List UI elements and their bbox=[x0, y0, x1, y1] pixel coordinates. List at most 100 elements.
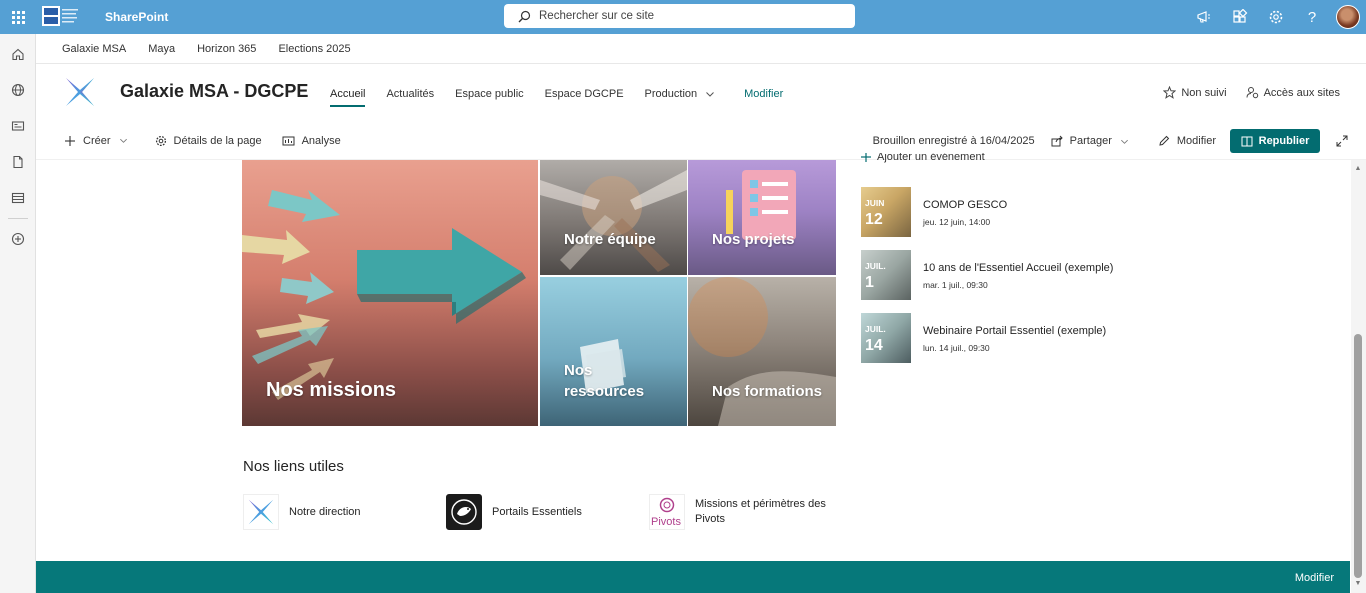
book-icon bbox=[1241, 136, 1253, 146]
globe-icon bbox=[11, 83, 25, 97]
follow-label: Non suivi bbox=[1181, 86, 1227, 99]
gear-icon bbox=[1269, 10, 1283, 24]
add-event-label: Ajouter un événement bbox=[877, 153, 985, 163]
add-event-button[interactable]: Ajouter un événement bbox=[861, 153, 985, 167]
hero-tile-missions[interactable]: Nos missions bbox=[242, 160, 538, 426]
nav-edit-link[interactable]: Modifier bbox=[744, 88, 783, 107]
plus-icon bbox=[65, 135, 75, 146]
quick-link-label: Notre direction bbox=[289, 505, 361, 518]
hero-tile-ressources[interactable]: Nos ressources bbox=[540, 277, 687, 426]
republish-label: Republier bbox=[1258, 135, 1310, 147]
app-launcher-button[interactable] bbox=[0, 0, 36, 34]
nav-item-accueil[interactable]: Accueil bbox=[330, 88, 366, 107]
app-name[interactable]: SharePoint bbox=[105, 10, 168, 24]
plus-icon bbox=[861, 153, 871, 162]
site-navigation: Accueil Actualités Espace public Espace … bbox=[330, 88, 804, 107]
analytics-button[interactable]: Analyse bbox=[282, 135, 341, 147]
bird-logo-icon bbox=[446, 494, 482, 530]
create-button[interactable]: Créer bbox=[64, 135, 135, 147]
apps-button[interactable] bbox=[1222, 0, 1258, 34]
search-box[interactable]: Rechercher sur ce site bbox=[504, 4, 855, 28]
hero-webpart: Nos missions Notre équipe Nos projets No… bbox=[242, 160, 836, 426]
hero-tile-formations[interactable]: Nos formations bbox=[688, 277, 836, 426]
analytics-label: Analyse bbox=[301, 134, 341, 147]
rail-home-button[interactable] bbox=[0, 36, 36, 72]
rail-files-button[interactable] bbox=[0, 144, 36, 180]
event-title: COMOP GESCO bbox=[923, 199, 1008, 211]
analytics-icon bbox=[282, 136, 295, 145]
nav-item-label: Accueil bbox=[330, 88, 366, 100]
draft-status-text: Brouillon enregistré à 16/04/2025 bbox=[872, 135, 1035, 147]
event-date: lun. 14 juil., 09:30 bbox=[923, 343, 990, 353]
site-access-button[interactable]: Accès aux sites bbox=[1246, 86, 1340, 99]
scrollbar-thumb[interactable] bbox=[1354, 334, 1362, 578]
site-title[interactable]: Galaxie MSA - DGCPE bbox=[120, 81, 308, 102]
create-label: Créer bbox=[83, 134, 111, 147]
papers-image bbox=[580, 339, 626, 393]
event-title: Webinaire Portail Essentiel (exemple) bbox=[923, 325, 1107, 337]
edit-page-label: Modifier bbox=[1176, 135, 1216, 147]
nav-item-actualites[interactable]: Actualités bbox=[386, 88, 434, 107]
avatar[interactable] bbox=[1336, 5, 1360, 29]
organization-logo[interactable] bbox=[42, 6, 80, 26]
galaxie-logo-icon bbox=[243, 494, 279, 530]
nav-item-espace-dgcpe[interactable]: Espace DGCPE bbox=[545, 88, 624, 107]
event-date: jeu. 12 juin, 14:00 bbox=[923, 217, 991, 227]
rail-news-button[interactable] bbox=[0, 108, 36, 144]
hub-nav-link[interactable]: Maya bbox=[148, 43, 175, 55]
event-day: 14 bbox=[865, 337, 883, 354]
hero-tile-missions-label: Nos missions bbox=[266, 379, 397, 401]
event-month: JUIL. bbox=[865, 324, 886, 334]
team-hands-image bbox=[540, 170, 687, 272]
nav-item-production[interactable]: Production bbox=[645, 88, 716, 107]
follow-button[interactable]: Non suivi bbox=[1163, 86, 1227, 99]
nav-item-label: Espace DGCPE bbox=[544, 88, 624, 100]
scroll-down-icon[interactable]: ▼ bbox=[1354, 580, 1362, 588]
site-header: Galaxie MSA - DGCPE Accueil Actualités E… bbox=[36, 64, 1366, 122]
hero-tile-equipe[interactable]: Notre équipe bbox=[540, 160, 687, 275]
document-icon bbox=[13, 155, 23, 169]
people-settings-icon bbox=[1246, 87, 1258, 99]
rail-sites-button[interactable] bbox=[0, 72, 36, 108]
edit-page-button[interactable]: Modifier bbox=[1158, 135, 1216, 147]
page-footer: Modifier bbox=[36, 561, 1350, 593]
site-logo[interactable] bbox=[64, 76, 96, 108]
event-item[interactable]: JUIN 12 COMOP GESCO jeu. 12 juin, 14:00 bbox=[861, 187, 1161, 237]
page-details-label: Détails de la page bbox=[173, 134, 262, 147]
hero-tile-projets[interactable]: Nos projets bbox=[688, 160, 836, 275]
hero-tile-ressources-label: Nos ressources bbox=[564, 362, 645, 400]
hub-nav-link[interactable]: Horizon 365 bbox=[197, 43, 256, 55]
search-icon bbox=[518, 10, 531, 22]
gear-icon bbox=[155, 135, 166, 146]
nav-item-espace-public[interactable]: Espace public bbox=[455, 88, 524, 107]
rail-lists-button[interactable] bbox=[0, 180, 36, 216]
list-icon bbox=[11, 192, 25, 204]
add-circle-icon bbox=[11, 232, 25, 246]
event-title: 10 ans de l'Essentiel Accueil (exemple) bbox=[923, 262, 1114, 274]
republish-button[interactable]: Republier bbox=[1230, 129, 1320, 153]
waffle-icon bbox=[11, 10, 25, 24]
quick-link-portails-essentiels[interactable]: Portails Essentiels bbox=[446, 494, 582, 530]
hub-nav-link[interactable]: Elections 2025 bbox=[278, 43, 350, 55]
event-item[interactable]: JUIL. 14 Webinaire Portail Essentiel (ex… bbox=[861, 313, 1161, 363]
rail-divider bbox=[8, 218, 28, 219]
settings-button[interactable] bbox=[1258, 0, 1294, 34]
quick-link-pivots[interactable]: Pivots Missions et périmètres des Pivots bbox=[649, 494, 835, 530]
expand-button[interactable] bbox=[1328, 135, 1356, 147]
event-item[interactable]: JUIL. 1 10 ans de l'Essentiel Accueil (e… bbox=[861, 250, 1161, 300]
announcement-button[interactable] bbox=[1186, 0, 1222, 34]
share-button[interactable]: Partager bbox=[1051, 135, 1136, 147]
event-thumbnail: JUIL. 1 bbox=[861, 250, 911, 300]
search-placeholder: Rechercher sur ce site bbox=[539, 10, 655, 22]
chevron-down-icon bbox=[1120, 139, 1128, 144]
hub-nav-link[interactable]: Galaxie MSA bbox=[62, 43, 126, 55]
page-details-button[interactable]: Détails de la page bbox=[155, 135, 262, 147]
quick-link-notre-direction[interactable]: Notre direction bbox=[243, 494, 361, 530]
rail-create-button[interactable] bbox=[0, 221, 36, 257]
hero-tile-projets-label: Nos projets bbox=[712, 231, 795, 248]
footer-edit-link[interactable]: Modifier bbox=[1295, 572, 1334, 584]
scroll-up-icon[interactable]: ▲ bbox=[1354, 165, 1362, 173]
help-button[interactable]: ? bbox=[1294, 0, 1330, 34]
hub-navigation: Galaxie MSA Maya Horizon 365 Elections 2… bbox=[36, 34, 1366, 64]
left-rail bbox=[0, 34, 36, 593]
